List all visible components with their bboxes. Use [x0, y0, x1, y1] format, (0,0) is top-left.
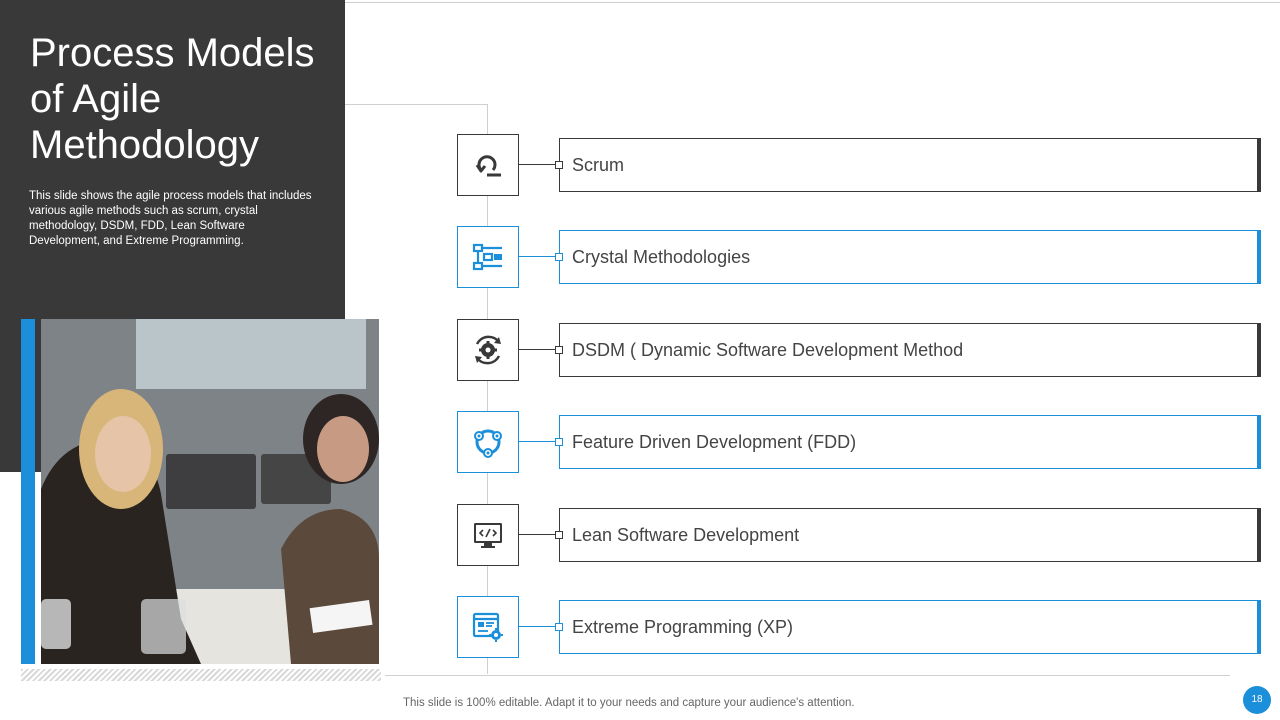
icon-box [457, 504, 519, 566]
icon-box [457, 596, 519, 658]
label-box: Feature Driven Development (FDD) [555, 415, 1261, 469]
link-line [518, 626, 556, 627]
icon-box [457, 319, 519, 381]
label-box: Scrum [555, 138, 1261, 192]
process-item-xp: Extreme Programming (XP) [457, 596, 1261, 658]
gear-cycle-icon [475, 335, 501, 365]
label-dot [555, 253, 563, 261]
code-monitor-icon [474, 523, 502, 548]
browser-gear-icon [472, 612, 503, 642]
page-number-badge: 18 [1243, 686, 1271, 714]
process-item-lean: Lean Software Development [457, 504, 1261, 566]
icon-box [457, 411, 519, 473]
process-item-dsdm: DSDM ( Dynamic Software Development Meth… [457, 319, 1261, 381]
process-label: Lean Software Development [572, 524, 800, 545]
process-label: Extreme Programming (XP) [572, 616, 794, 637]
process-item-fdd: Feature Driven Development (FDD) [457, 411, 1261, 473]
connector-line-horizontal [345, 104, 488, 105]
cycle-nodes-icon [474, 429, 502, 458]
process-label: DSDM ( Dynamic Software Development Meth… [572, 339, 964, 360]
bottom-divider [385, 675, 1230, 676]
label-dot [555, 438, 563, 446]
process-label: Crystal Methodologies [572, 246, 751, 267]
icon-box [457, 226, 519, 288]
flowchart-icon [472, 243, 502, 271]
link-line [518, 349, 556, 350]
label-dot [555, 161, 563, 169]
link-line [518, 256, 556, 257]
link-line [518, 441, 556, 442]
label-dot [555, 346, 563, 354]
label-box: DSDM ( Dynamic Software Development Meth… [555, 323, 1261, 377]
slide-title: Process Models of Agile Methodology [30, 31, 315, 167]
icon-box [457, 134, 519, 196]
team-meeting-photo [41, 319, 379, 664]
process-item-crystal: Crystal Methodologies [457, 226, 1261, 288]
process-label: Scrum [572, 154, 625, 175]
label-dot [555, 623, 563, 631]
top-divider [345, 2, 1280, 3]
link-line [518, 534, 556, 535]
scrum-cycle-icon [475, 155, 501, 177]
link-line [518, 164, 556, 165]
label-box: Extreme Programming (XP) [555, 600, 1261, 654]
label-box: Crystal Methodologies [555, 230, 1261, 284]
footer-note: This slide is 100% editable. Adapt it to… [403, 697, 855, 709]
label-dot [555, 531, 563, 539]
slide-description: This slide shows the agile process model… [29, 190, 312, 247]
accent-bar [21, 319, 35, 664]
label-box: Lean Software Development [555, 508, 1261, 562]
decorative-hatch-strip [21, 669, 381, 681]
process-label: Feature Driven Development (FDD) [572, 431, 857, 452]
process-item-scrum: Scrum [457, 134, 1261, 196]
